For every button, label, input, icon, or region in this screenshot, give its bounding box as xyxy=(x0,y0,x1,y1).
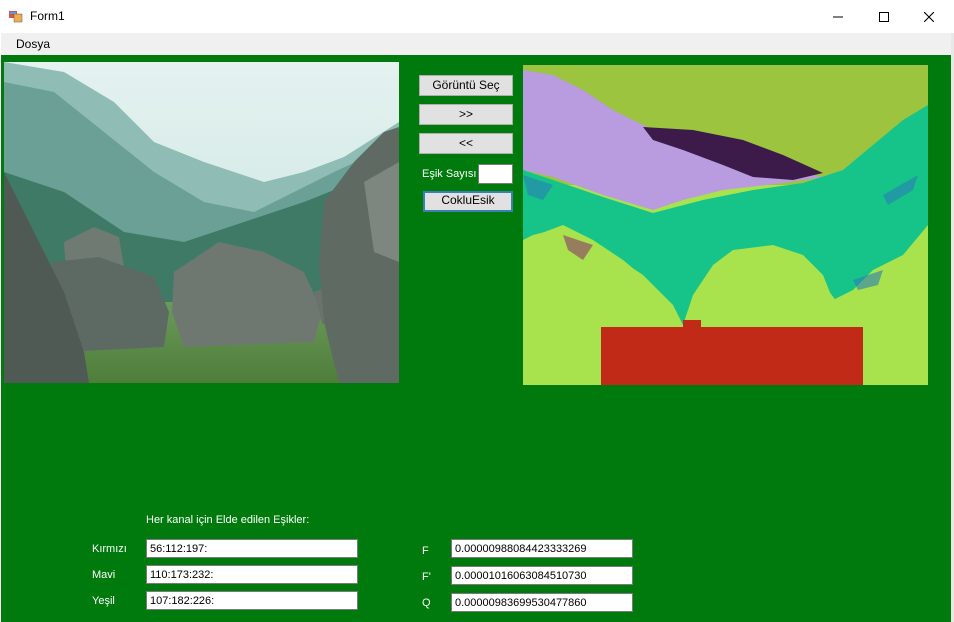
window-title: Form1 xyxy=(30,9,65,23)
close-button[interactable] xyxy=(906,0,952,33)
blue-thresholds-field[interactable] xyxy=(146,565,358,584)
app-icon xyxy=(9,11,23,23)
q-value-field[interactable] xyxy=(451,593,633,612)
minimize-icon xyxy=(833,16,843,17)
maximize-icon xyxy=(879,11,889,22)
multi-threshold-button[interactable]: CokluEsik xyxy=(423,191,513,212)
threshold-count-label: Eşik Sayısı xyxy=(422,168,477,180)
menu-dosya[interactable]: Dosya xyxy=(16,37,50,51)
segmented-image xyxy=(523,65,928,385)
next-button[interactable]: >> xyxy=(419,104,513,125)
f-value-field[interactable] xyxy=(451,539,633,558)
red-thresholds-field[interactable] xyxy=(146,539,358,558)
close-icon xyxy=(924,11,934,22)
channel-label-red: Kırmızı xyxy=(92,543,127,555)
metric-label-f: F xyxy=(422,545,429,557)
f-prime-value-field[interactable] xyxy=(451,566,633,585)
results-heading: Her kanal için Elde edilen Eşikler: xyxy=(146,514,310,526)
minimize-button[interactable] xyxy=(815,0,861,33)
metric-label-q: Q xyxy=(422,597,431,609)
channel-label-green: Yeşil xyxy=(92,595,115,607)
channel-label-blue: Mavi xyxy=(92,569,116,581)
prev-button[interactable]: << xyxy=(419,133,513,154)
original-image xyxy=(4,62,399,383)
threshold-count-input[interactable] xyxy=(478,164,513,184)
title-bar: Form1 xyxy=(0,0,954,33)
select-image-button[interactable]: Görüntü Seç xyxy=(419,75,513,96)
metric-label-f-prime: F' xyxy=(422,571,431,583)
menu-bar: Dosya xyxy=(1,33,951,55)
green-thresholds-field[interactable] xyxy=(146,591,358,610)
maximize-button[interactable] xyxy=(861,0,907,33)
client-area: Görüntü Seç >> << Eşik Sayısı CokluEsik … xyxy=(1,55,951,622)
